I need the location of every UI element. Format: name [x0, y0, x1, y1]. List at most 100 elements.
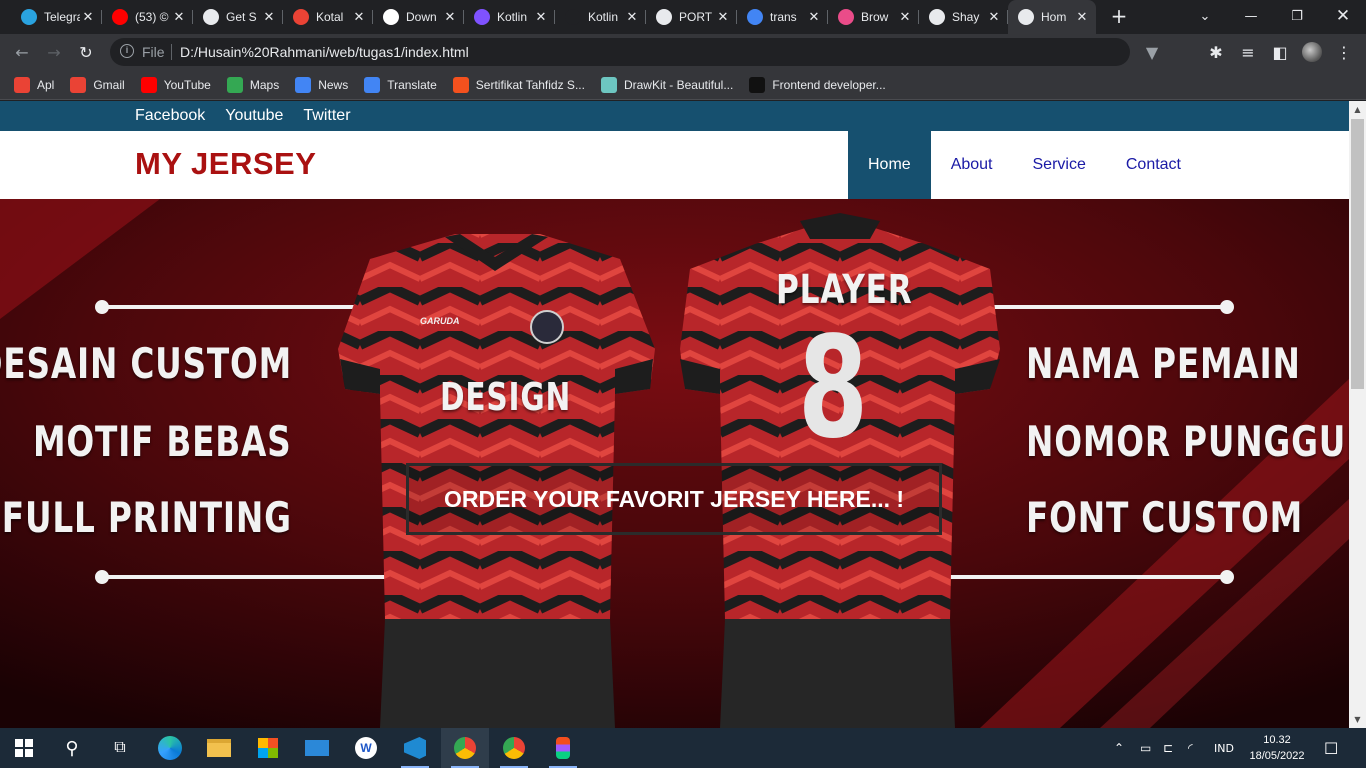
nav-contact[interactable]: Contact	[1106, 131, 1201, 199]
close-tab-icon[interactable]: ✕	[442, 10, 458, 25]
new-tab-button[interactable]: +	[1108, 5, 1130, 27]
tab-5[interactable]: Down ✕	[373, 3, 464, 31]
tab-search-button[interactable]: ⌄	[1182, 0, 1228, 32]
close-window-button[interactable]: ✕	[1320, 0, 1366, 32]
edge-icon[interactable]	[146, 728, 194, 768]
bookmark-9[interactable]: Frontend developer...	[749, 76, 886, 93]
jersey-brand: GARUDA	[420, 316, 460, 326]
close-tab-icon[interactable]: ✕	[171, 10, 187, 25]
close-tab-icon[interactable]: ✕	[897, 10, 913, 25]
bookmark-label: Apl	[37, 77, 55, 92]
tab-2[interactable]: (53) © ✕	[102, 3, 193, 31]
close-tab-icon[interactable]: ✕	[261, 10, 277, 25]
tab-11[interactable]: Shay ✕	[919, 3, 1008, 31]
windows-logo-icon	[15, 739, 33, 757]
bookmark-3[interactable]: YouTube	[140, 76, 211, 93]
tray-language[interactable]: IND	[1214, 728, 1234, 768]
site-info-icon[interactable]: i	[120, 44, 134, 58]
back-icon[interactable]: ←	[10, 40, 34, 64]
tab-4[interactable]: Kotal ✕	[283, 3, 373, 31]
tab-1[interactable]: Telegram✕	[11, 3, 102, 31]
tray-device-icon[interactable]: ▭	[1140, 728, 1151, 768]
tab-10[interactable]: Brow ✕	[828, 3, 919, 31]
url-text[interactable]: D:/Husain%20Rahmani/web/tugas1/index.htm…	[180, 44, 469, 60]
close-tab-icon[interactable]: ✕	[533, 10, 549, 25]
bookmark-1[interactable]: Apl	[14, 76, 55, 93]
tray-chevron-icon[interactable]: ⌃	[1114, 728, 1124, 768]
tab-strip: Telegram✕(53) ©✕Get S✕Kotal✕Down✕ Kotlin ✕…	[0, 0, 1366, 34]
tab-8[interactable]: PORT ✕	[646, 3, 737, 31]
bookmark-4[interactable]: Maps	[226, 76, 279, 93]
task-view-icon[interactable]: ⧉	[96, 728, 144, 768]
reload-icon[interactable]: ↻	[74, 40, 98, 64]
menu-kebab-icon[interactable]: ⋮	[1332, 40, 1356, 64]
order-cta-button[interactable]: ORDER YOUR FAVORIT JERSEY HERE... !	[406, 463, 942, 535]
close-tab-icon[interactable]: ✕	[351, 10, 367, 25]
chrome-profile-icon[interactable]	[490, 728, 538, 768]
reading-list-icon[interactable]: ≡	[1236, 40, 1260, 64]
bookmark-2[interactable]: Gmail	[70, 76, 125, 93]
nav-service[interactable]: Service	[1013, 131, 1106, 199]
tray-wifi-icon[interactable]: ◜	[1188, 728, 1193, 768]
tab-title: Kotlin	[588, 10, 619, 24]
bookmark-8[interactable]: DrawKit - Beautiful...	[600, 76, 733, 93]
tab-3[interactable]: Get S ✕	[193, 3, 283, 31]
notifications-icon[interactable]: ☐	[1324, 728, 1338, 768]
close-tab-icon[interactable]: ✕	[624, 10, 640, 25]
close-tab-icon[interactable]: ✕	[1074, 10, 1090, 25]
certificate-icon	[452, 76, 469, 93]
social-link-twitter[interactable]: Twitter	[303, 107, 350, 125]
globe-icon	[656, 9, 672, 25]
clock-date: 18/05/2022	[1249, 750, 1305, 762]
extensions-puzzle-icon[interactable]: ✱	[1204, 40, 1228, 64]
tab-6[interactable]: Kotlin ✕	[464, 3, 555, 31]
minimize-button[interactable]: —	[1228, 0, 1274, 32]
vpn-extension-icon[interactable]: ▼	[1140, 40, 1164, 64]
blank-icon	[565, 9, 581, 25]
nav-home[interactable]: Home	[848, 131, 931, 199]
clock-time: 10.32	[1263, 734, 1291, 746]
scroll-down-icon[interactable]: ▼	[1349, 711, 1366, 728]
tab-7[interactable]: Kotlin ✕	[555, 3, 646, 31]
page-scrollbar[interactable]: ▲ ▼	[1349, 101, 1366, 728]
tray-battery-icon[interactable]: ⊏	[1163, 728, 1173, 768]
telegram-icon	[21, 9, 37, 25]
store-icon[interactable]	[244, 728, 292, 768]
wps-icon[interactable]: W	[342, 728, 390, 768]
file-explorer-icon[interactable]	[195, 728, 243, 768]
chrome-icon[interactable]	[441, 728, 489, 768]
bookmark-6[interactable]: Translate	[364, 76, 437, 93]
maximize-button[interactable]: ❐	[1274, 0, 1320, 32]
bookmark-label: Sertifikat Tahfidz S...	[475, 77, 585, 92]
start-button[interactable]	[0, 728, 48, 768]
nav-about[interactable]: About	[931, 131, 1013, 199]
tab-9[interactable]: trans ✕	[737, 3, 828, 31]
profile-avatar[interactable]	[1300, 40, 1324, 64]
address-bar[interactable]: i File D:/Husain%20Rahmani/web/tugas1/in…	[110, 38, 1130, 66]
gmail-icon	[293, 9, 309, 25]
feature-left-3: FULL PRINTING	[2, 493, 292, 542]
close-tab-icon[interactable]: ✕	[806, 10, 822, 25]
social-link-facebook[interactable]: Facebook	[135, 107, 205, 125]
scroll-thumb[interactable]	[1351, 119, 1364, 389]
bookmark-5[interactable]: News	[295, 76, 348, 93]
side-panel-icon[interactable]: ◧	[1268, 40, 1292, 64]
vscode-icon[interactable]	[391, 728, 439, 768]
figma-icon[interactable]	[539, 728, 587, 768]
search-icon[interactable]: ⚲	[48, 728, 96, 768]
scroll-up-icon[interactable]: ▲	[1349, 101, 1366, 118]
social-link-youtube[interactable]: Youtube	[225, 107, 283, 125]
jersey-front-text: DESIGN	[440, 375, 572, 419]
tab-12[interactable]: Hom ✕	[1008, 0, 1096, 34]
address-divider	[171, 44, 172, 60]
close-tab-icon[interactable]: ✕	[715, 10, 731, 25]
mail-icon[interactable]	[293, 728, 341, 768]
close-tab-icon[interactable]: ✕	[986, 10, 1002, 25]
close-tab-icon[interactable]: ✕	[80, 10, 96, 25]
tray-clock[interactable]: 10.32 18/05/2022	[1244, 732, 1310, 764]
hero-banner: DESAIN CUSTOM MOTIF BEBAS FULL PRINTING …	[0, 199, 1349, 728]
bookmark-7[interactable]: Sertifikat Tahfidz S...	[452, 76, 585, 93]
forward-icon[interactable]: →	[42, 40, 66, 64]
kotlin-icon	[474, 9, 490, 25]
site-logo[interactable]: MY JERSEY	[135, 146, 316, 182]
